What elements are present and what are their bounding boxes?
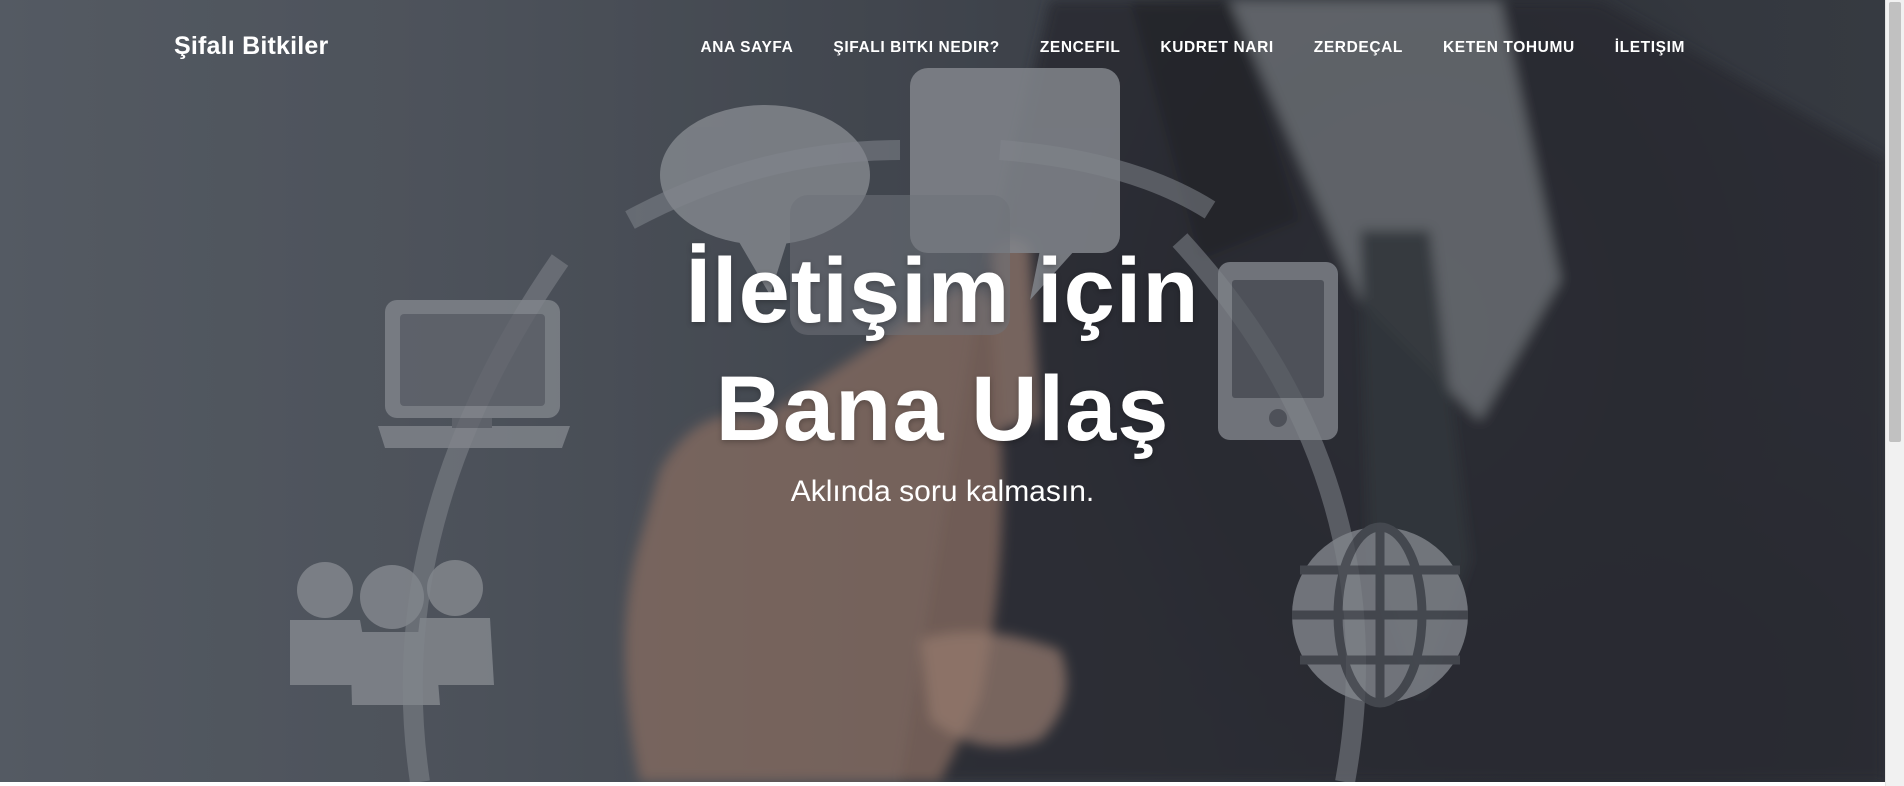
brand-logo-link[interactable]: Şifalı Bitkiler bbox=[174, 32, 328, 61]
nav-item-sifali-bitki-nedir[interactable]: ŞIFALI BITKI NEDIR? bbox=[813, 39, 1019, 57]
nav-item-keten-tohumu[interactable]: KETEN TOHUMU bbox=[1423, 39, 1595, 57]
nav-item-zerdecal[interactable]: ZERDEÇAL bbox=[1294, 39, 1423, 57]
page-title-line-2: Bana Ulaş bbox=[715, 358, 1170, 460]
nav-item-kudret-nari[interactable]: KUDRET NARI bbox=[1140, 39, 1293, 57]
page-title-line-1: İletişim için bbox=[685, 240, 1200, 342]
page: Şifalı Bitkiler ANA SAYFA ŞIFALI BITKI N… bbox=[0, 0, 1904, 786]
scrollbar-thumb[interactable] bbox=[1889, 2, 1901, 442]
nav-item-zencefil[interactable]: ZENCEFIL bbox=[1020, 39, 1141, 57]
page-content-start bbox=[0, 782, 1885, 786]
page-title: İletişim için Bana Ulaş bbox=[0, 232, 1885, 468]
nav-item-ana-sayfa[interactable]: ANA SAYFA bbox=[680, 39, 813, 57]
hero-heading: İletişim için Bana Ulaş Aklında soru kal… bbox=[0, 232, 1885, 512]
page-subtitle: Aklında soru kalmasın. bbox=[790, 475, 1095, 508]
vertical-scrollbar[interactable] bbox=[1885, 0, 1904, 786]
nav-item-iletisim[interactable]: İLETIŞIM bbox=[1595, 39, 1685, 57]
nav-menu: ANA SAYFA ŞIFALI BITKI NEDIR? ZENCEFIL K… bbox=[680, 39, 1685, 57]
navbar: Şifalı Bitkiler ANA SAYFA ŞIFALI BITKI N… bbox=[0, 0, 1885, 100]
hero-section: Şifalı Bitkiler ANA SAYFA ŞIFALI BITKI N… bbox=[0, 0, 1885, 782]
